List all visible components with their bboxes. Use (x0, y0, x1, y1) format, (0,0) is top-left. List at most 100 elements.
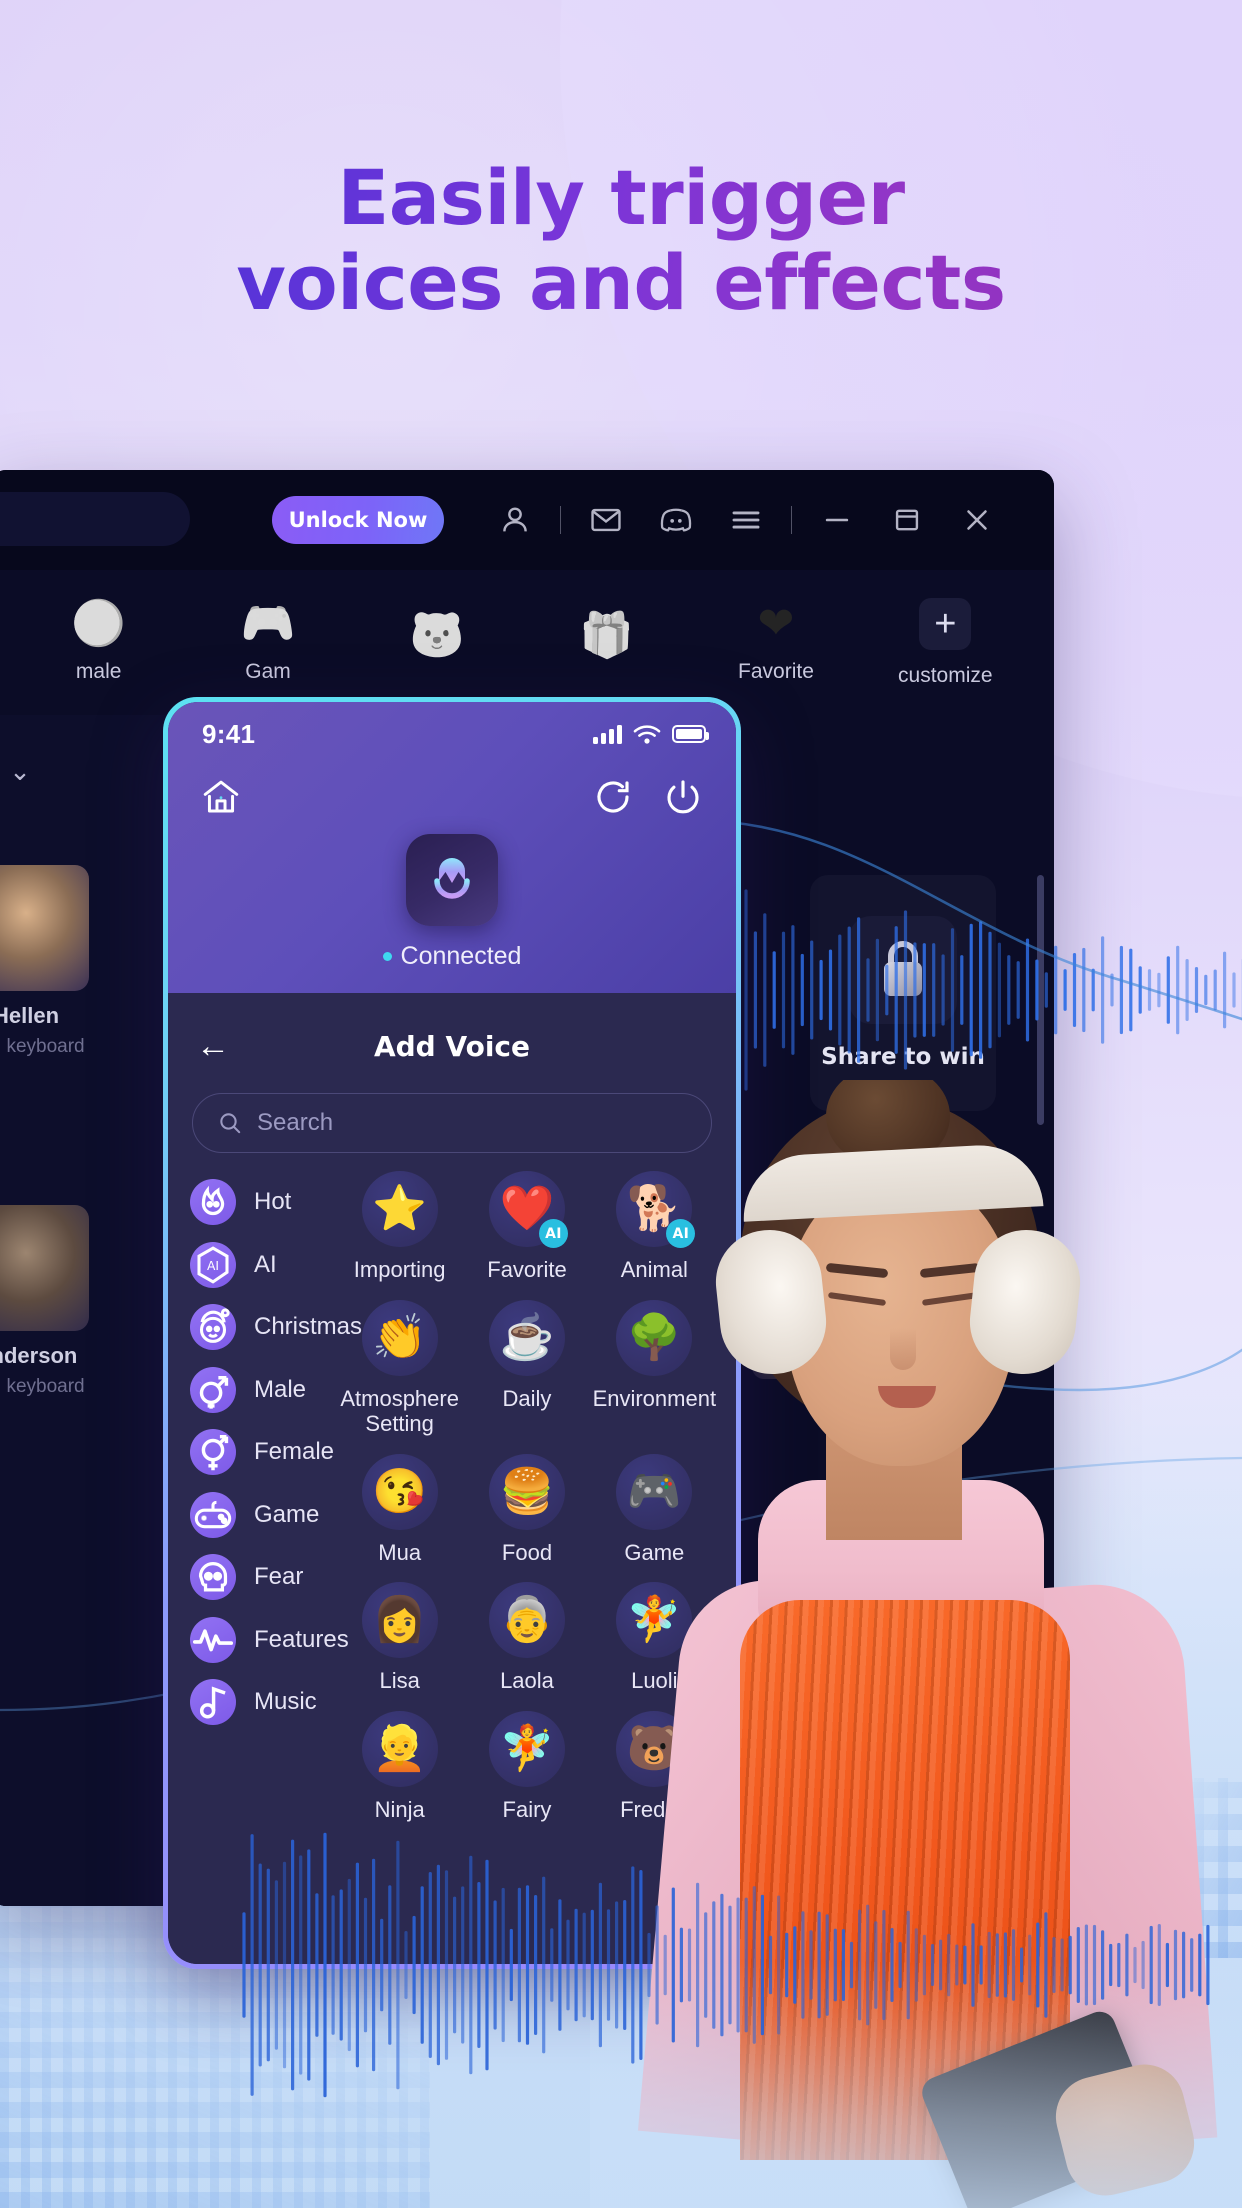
sidebar-item-male[interactable]: Male (190, 1359, 314, 1422)
voice-grid-label: Favorite (487, 1257, 567, 1282)
voice-card-anderson[interactable]: Anderson Add keyboard (0, 1205, 114, 1398)
sidebar-item-fear[interactable]: Fear (190, 1546, 314, 1609)
page-headline: Easily trigger voices and effects (0, 155, 1242, 325)
phone-nav-row (168, 766, 736, 828)
category-item-customize[interactable]: + customize (861, 597, 1030, 688)
sidebar-item-label: Hot (254, 1188, 292, 1216)
chevron-down-icon[interactable]: ⌄ (0, 751, 40, 791)
voice-grid-item[interactable]: 🍔 Food (463, 1453, 590, 1566)
voice-grid-label: Laola (500, 1668, 554, 1694)
status-bar-time: 9:41 (202, 718, 256, 749)
voice-grid-item[interactable]: 😘 Mua (336, 1453, 463, 1566)
woman-avatar-icon: 👩 (361, 1582, 438, 1659)
lock-icon (849, 916, 957, 1024)
category-label: Gam (245, 659, 291, 683)
category-strip: ♈ male 🎮 Gam 🐻 🎁 ❤ Favorite + customize (0, 570, 1054, 715)
voice-grid-item[interactable]: 👩 Lisa (336, 1582, 463, 1694)
voice-card-hellen[interactable]: Hellen Add keyboard (0, 865, 114, 1058)
voice-grid-item[interactable]: 👵 Laola (463, 1582, 590, 1694)
voice-grid-item[interactable]: 🧚 Fairy (463, 1710, 590, 1823)
battery-full-icon (672, 725, 709, 743)
heart-icon: ❤ (757, 598, 795, 648)
category-item-male[interactable]: ♈ male (14, 598, 183, 684)
app-logo-block: Connected (168, 834, 736, 971)
voice-card-name: Hellen (0, 1003, 60, 1028)
voice-grid-label: Food (501, 1539, 553, 1565)
sidebar-item-ai[interactable]: AI AI (190, 1234, 314, 1297)
status-bar-icons (593, 724, 709, 745)
category-item-bear[interactable]: 🐻 (353, 610, 522, 672)
ai-hexagon-icon: AI (190, 1241, 236, 1288)
sidebar-item-features[interactable]: Features (190, 1609, 349, 1672)
wifi-icon (633, 724, 661, 744)
star-blocked-icon: ⭐ (361, 1171, 438, 1247)
status-dot (382, 952, 392, 961)
window-titlebar: Unlock Now (0, 470, 1054, 570)
voice-grid-label: Ninja (374, 1796, 425, 1822)
sidebar-item-music[interactable]: Music (190, 1671, 317, 1734)
sidebar-item-label: Game (254, 1500, 320, 1528)
add-voice-header: ← Add Voice (168, 1013, 736, 1079)
sidebar-item-label: Music (254, 1688, 317, 1716)
category-label: Favorite (738, 659, 814, 683)
titlebar-search-pill[interactable] (0, 492, 190, 546)
refresh-icon[interactable] (592, 776, 634, 818)
male-symbol-icon (190, 1366, 236, 1413)
minimize-icon[interactable] (820, 503, 854, 537)
voice-grid-item[interactable]: 👱 Ninja (336, 1710, 463, 1823)
unlock-now-button[interactable]: Unlock Now (272, 496, 444, 544)
voice-grid-label: Lisa (379, 1668, 420, 1694)
ninja-avatar-icon: 👱 (361, 1710, 438, 1787)
close-icon[interactable] (960, 503, 994, 537)
plus-icon: + (919, 597, 972, 650)
voice-grid-label: Daily (502, 1385, 552, 1411)
voice-grid-item[interactable]: ☕ Daily (463, 1299, 590, 1437)
bear-icon: 🐻 (409, 610, 465, 660)
sidebar-item-hot[interactable]: Hot (190, 1171, 314, 1234)
female-symbol-icon: ♈ (71, 598, 127, 648)
sidebar-item-label: AI (254, 1250, 277, 1278)
maximize-icon[interactable] (890, 503, 924, 537)
phone-nav-actions (592, 776, 704, 818)
phone-header: 9:41 Connected (168, 702, 736, 993)
voice-grid-label: Mua (378, 1539, 422, 1565)
category-item-favorite[interactable]: ❤ Favorite (691, 598, 860, 684)
cellular-signal-icon (593, 724, 622, 744)
voice-card-action: Add keyboard (0, 1376, 85, 1397)
female-symbol-icon (190, 1429, 236, 1476)
mail-icon[interactable] (589, 503, 623, 537)
sidebar-item-christmas[interactable]: Christmas (190, 1296, 362, 1359)
home-icon[interactable] (200, 776, 242, 818)
account-icon[interactable] (498, 503, 532, 537)
share-to-win-label: Share to win (821, 1044, 985, 1070)
sidebar-item-game[interactable]: Game (190, 1484, 319, 1547)
santa-icon (190, 1304, 236, 1351)
category-label: male (75, 659, 122, 683)
magicvox-logo-icon (406, 834, 498, 926)
connection-status-label: Connected (400, 942, 522, 970)
status-bar: 9:41 (168, 702, 736, 766)
category-sidebar: Hot AI AI Christmas Male Female Game Fear Featur… (168, 1171, 362, 1964)
music-note-icon (190, 1679, 236, 1726)
search-icon (220, 1113, 241, 1134)
fast-food-icon: 🍔 (488, 1453, 565, 1530)
avatar (0, 865, 89, 991)
gift-icon: 🎁 (579, 610, 635, 660)
menu-icon[interactable] (729, 503, 763, 537)
voice-card-action: Add keyboard (0, 1036, 85, 1057)
sidebar-item-female[interactable]: Female (190, 1421, 334, 1484)
titlebar-divider-1 (560, 506, 561, 534)
power-icon[interactable] (662, 776, 704, 818)
voice-grid-label: Fairy (502, 1796, 552, 1822)
category-item-gift[interactable]: 🎁 (522, 610, 691, 672)
voice-grid-item[interactable]: ❤️ AI Favorite (463, 1171, 590, 1283)
voice-grid-item[interactable]: 👏 Atmosphere Setting (336, 1299, 463, 1437)
game-controller-icon (190, 1491, 236, 1538)
category-item-game[interactable]: 🎮 Gam (183, 601, 352, 684)
heart-icon: ❤️ AI (488, 1171, 568, 1248)
voice-grid-item[interactable]: ⭐ Importing (336, 1171, 463, 1283)
clapping-hands-icon: 👏 (361, 1299, 438, 1376)
discord-icon[interactable] (659, 503, 693, 537)
share-to-win-panel[interactable]: Share to win (810, 875, 996, 1111)
voice-grid-label: Importing (353, 1257, 446, 1282)
